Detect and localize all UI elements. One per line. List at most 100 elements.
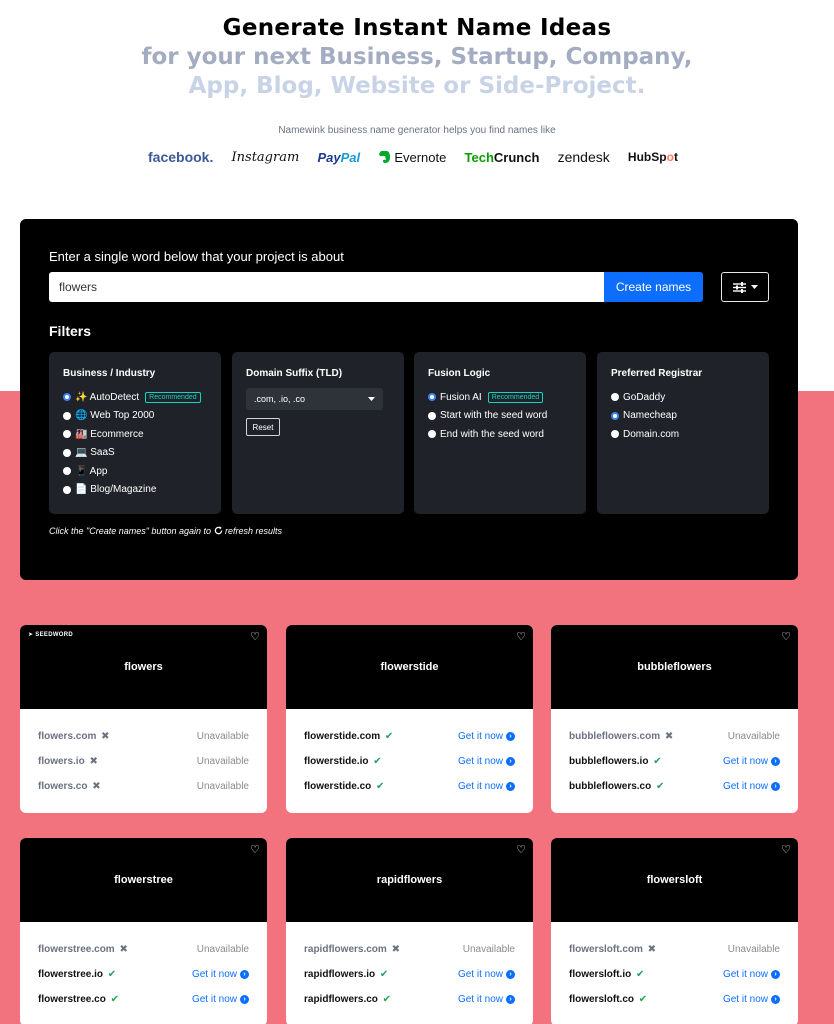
get-it-now-label: Get it now <box>457 994 503 1005</box>
arrow-right-icon: › <box>506 995 515 1004</box>
get-it-now-link[interactable]: Get it now › <box>458 781 515 792</box>
option-label: ✨ AutoDetect <box>75 391 140 403</box>
get-it-now-label: Get it now <box>457 781 503 792</box>
registrar-filter: Preferred Registrar GoDaddy Namecheap Do… <box>597 352 769 514</box>
industry-option-web-top-2000[interactable]: 🌐 Web Top 2000 <box>63 407 207 426</box>
get-it-now-link[interactable]: Get it now › <box>192 994 249 1005</box>
option-label: 📄 Blog/Magazine <box>75 484 157 496</box>
unavailable-status: Unavailable <box>727 731 780 742</box>
cross-icon: ✖ <box>98 731 110 742</box>
techcrunch-logo-part: Crunch <box>493 149 540 165</box>
name-card: ♡ bubbleflowers bubbleflowers.com ✖ Unavail… <box>551 625 798 813</box>
radio-button[interactable] <box>63 448 71 457</box>
industry-option-ecommerce[interactable]: 🏭 Ecommerce <box>63 425 207 444</box>
get-it-now-link[interactable]: Get it now › <box>458 969 515 980</box>
search-prompt: Enter a single word below that your proj… <box>49 249 344 264</box>
radio-button[interactable] <box>63 430 71 439</box>
get-it-now-link[interactable]: Get it now › <box>723 969 780 980</box>
domain-row: rapidflowers.co ✔ Get it now › <box>304 987 515 1012</box>
radio-button[interactable] <box>428 411 436 420</box>
get-it-now-link[interactable]: Get it now › <box>723 994 780 1005</box>
check-icon: ✔ <box>370 756 382 767</box>
get-it-now-link[interactable]: Get it now › <box>458 756 515 767</box>
hubspot-logo: HubSpot <box>628 150 678 164</box>
industry-option-saas[interactable]: 💻 SaaS <box>63 444 207 463</box>
settings-dropdown-button[interactable] <box>721 272 769 302</box>
domain-row: flowersloft.co ✔ Get it now › <box>569 987 780 1012</box>
cross-icon: ✖ <box>388 944 400 955</box>
option-label: GoDaddy <box>623 391 666 403</box>
radio-button[interactable] <box>63 467 71 476</box>
fusion-option-start[interactable]: Start with the seed word <box>428 407 572 426</box>
heart-icon[interactable]: ♡ <box>250 843 260 856</box>
industry-option-blog-magazine[interactable]: 📄 Blog/Magazine <box>63 481 207 500</box>
radio-button[interactable] <box>63 485 71 494</box>
domain-list: flowerstree.com ✖ Unavailable flowerstree.… <box>20 922 267 1012</box>
unavailable-status: Unavailable <box>727 944 780 955</box>
seed-word-input[interactable]: flowers <box>49 272 605 302</box>
fusion-option-end[interactable]: End with the seed word <box>428 425 572 444</box>
domain-row: flowerstree.co ✔ Get it now › <box>38 987 249 1012</box>
arrow-right-icon: › <box>506 782 515 791</box>
registrar-option-godaddy[interactable]: GoDaddy <box>611 388 755 407</box>
get-it-now-label: Get it now <box>457 731 503 742</box>
domain-name: flowers.co <box>38 781 88 792</box>
domain-name: flowersloft.io <box>569 969 632 980</box>
radio-button[interactable] <box>63 393 71 402</box>
evernote-logo-text: Evernote <box>394 149 447 165</box>
create-names-button[interactable]: Create names <box>604 272 703 302</box>
registrar-option-namecheap[interactable]: Namecheap <box>611 407 755 426</box>
option-label: Start with the seed word <box>440 410 548 422</box>
radio-button[interactable] <box>611 430 619 439</box>
get-it-now-link[interactable]: Get it now › <box>723 781 780 792</box>
evernote-logo: Evernote <box>378 150 446 165</box>
radio-button[interactable] <box>611 393 619 402</box>
domain-name: flowers.io <box>38 756 85 767</box>
tagline: Namewink business name generator helps y… <box>278 125 556 136</box>
domain-name: flowerstree.com <box>38 944 115 955</box>
unavailable-status: Unavailable <box>462 944 515 955</box>
domain-row: bubbleflowers.io ✔ Get it now › <box>569 749 780 774</box>
hero-subtitle-line-1: for your next Business, Startup, Company… <box>141 44 693 70</box>
domain-row: bubbleflowers.com ✖ Unavailable <box>569 724 780 749</box>
heart-icon[interactable]: ♡ <box>781 843 791 856</box>
reset-button[interactable]: Reset <box>246 418 280 436</box>
tld-select-value: .com, .io, .co <box>254 394 306 404</box>
heart-icon[interactable]: ♡ <box>250 630 260 643</box>
caret-down-icon <box>368 397 375 401</box>
domain-row: flowerstide.com ✔ Get it now › <box>304 724 515 749</box>
domain-row: rapidflowers.com ✖ Unavailable <box>304 937 515 962</box>
tld-select[interactable]: .com, .io, .co <box>246 388 383 410</box>
radio-button[interactable] <box>611 411 619 420</box>
industry-option-autodetect[interactable]: ✨ AutoDetect Recommended <box>63 388 207 407</box>
heart-icon[interactable]: ♡ <box>516 630 526 643</box>
domain-row: flowersloft.com ✖ Unavailable <box>569 937 780 962</box>
registrar-option-domain-com[interactable]: Domain.com <box>611 425 755 444</box>
get-it-now-link[interactable]: Get it now › <box>458 731 515 742</box>
heart-icon[interactable]: ♡ <box>516 843 526 856</box>
domain-name: bubbleflowers.com <box>569 731 661 742</box>
card-name: flowerstree <box>114 874 173 886</box>
check-icon: ✔ <box>379 994 392 1005</box>
industry-option-app[interactable]: 📱 App <box>63 462 207 481</box>
fusion-option-fusion-ai[interactable]: Fusion AI Recommended <box>428 388 572 407</box>
cross-icon: ✖ <box>86 756 98 767</box>
industry-filter: Business / Industry ✨ AutoDetect Recomme… <box>49 352 221 514</box>
get-it-now-link[interactable]: Get it now › <box>458 994 515 1005</box>
get-it-now-label: Get it now <box>722 994 768 1005</box>
hubspot-logo-part: t <box>673 150 678 164</box>
tld-filter: Domain Suffix (TLD) .com, .io, .co Reset <box>232 352 404 514</box>
card-header: ➤ SEEDWORD ♡ flowers <box>20 625 267 709</box>
arrow-right-icon: › <box>506 732 515 741</box>
tld-filter-title: Domain Suffix (TLD) <box>246 368 343 379</box>
radio-button[interactable] <box>428 393 436 402</box>
get-it-now-link[interactable]: Get it now › <box>192 969 249 980</box>
recommended-badge: Recommended <box>145 391 201 403</box>
domain-name: flowerstide.io <box>304 756 369 767</box>
radio-button[interactable] <box>428 430 436 439</box>
domain-name: bubbleflowers.io <box>569 756 649 767</box>
card-header: ♡ bubbleflowers <box>551 625 798 709</box>
heart-icon[interactable]: ♡ <box>781 630 791 643</box>
radio-button[interactable] <box>63 411 71 420</box>
get-it-now-link[interactable]: Get it now › <box>723 756 780 767</box>
